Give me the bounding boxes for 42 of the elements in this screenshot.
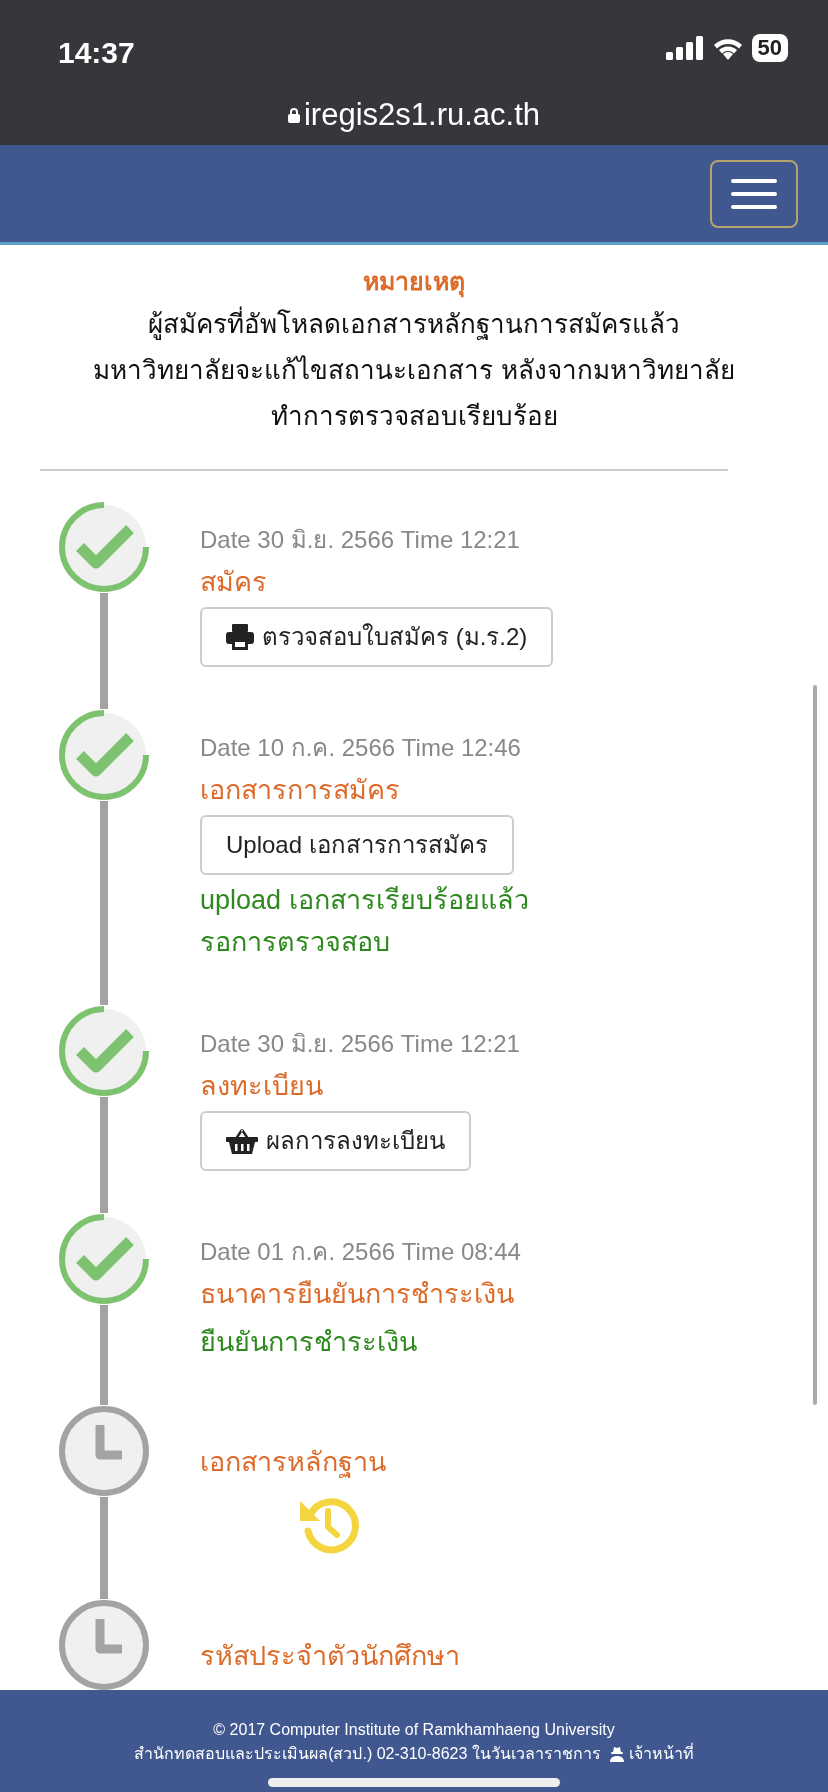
notice-text: ทำการตรวจสอบเรียบร้อย (269, 399, 559, 433)
lock-icon (287, 107, 300, 123)
contact-text: สำนักทดสอบและประเมินผล(สวป.) 02-310-8623 ในวันเวลาราชการ (134, 1743, 601, 1764)
check-circle-icon (58, 1212, 150, 1305)
status-time: 14:37 (58, 35, 135, 71)
step-button[interactable]: ตรวจสอบใบสมัคร (ม.ร.2) (200, 606, 554, 667)
notice-title: หมายเหตุ (0, 263, 828, 301)
clock-icon (58, 1598, 150, 1691)
scrollbar[interactable] (813, 685, 817, 1405)
step-date: Date 30 มิ.ย. 2566 Time 12:21 (200, 1028, 520, 1059)
wifi-icon (711, 36, 744, 60)
url-text[interactable]: iregis2s1.ru.ac.th (287, 91, 541, 139)
menu-icon (730, 177, 778, 211)
step-date: Date 30 มิ.ย. 2566 Time 12:21 (200, 524, 521, 555)
step-date: Date 01 ก.ค. 2566 Time 08:44 (200, 1236, 521, 1267)
step-status: ยืนยันการชำระเงิน (200, 1325, 418, 1359)
step-button[interactable]: Upload เอกสารการสมัคร (200, 814, 514, 875)
step-title: เอกสารหลักฐาน (200, 1445, 386, 1480)
step-date: Date 10 ก.ค. 2566 Time 12:46 (200, 732, 522, 763)
signal-icon (665, 36, 704, 60)
staff-link[interactable]: เจ้าหน้าที่ (608, 1742, 694, 1766)
step-status: รอการตรวจสอบ (200, 925, 391, 959)
step-button[interactable]: ผลการลงทะเบียน (200, 1110, 471, 1171)
check-circle-icon (58, 500, 150, 593)
check-circle-icon (58, 708, 150, 801)
user-secret-icon (608, 1746, 625, 1762)
notice-text: มหาวิทยาลัยจะแก้ไขสถานะเอกสาร หลังจากมหาวิทยาลัย (92, 353, 736, 387)
step-title: ลงทะเบียน (200, 1069, 324, 1103)
basket-icon (226, 1127, 258, 1154)
step-title: ธนาคารยืนยันการชำระเงิน (200, 1277, 515, 1311)
step-status: upload เอกสารเรียบร้อยแล้ว (200, 883, 529, 917)
battery-indicator: 50 (751, 34, 788, 62)
home-indicator[interactable] (268, 1778, 560, 1787)
copyright-text: © 2017 Computer Institute of Ramkhamhaeng University (212, 1720, 616, 1740)
step-title: รหัสประจำตัวนักศึกษา (200, 1639, 460, 1673)
step-title: เอกสารการสมัคร (200, 773, 401, 807)
step-title: สมัคร (200, 565, 268, 599)
printer-icon (226, 623, 254, 650)
menu-button[interactable] (710, 160, 798, 228)
check-circle-icon (58, 1004, 150, 1097)
notice-text: ผู้สมัครที่อัพโหลดเอกสารหลักฐานการสมัครแล้ว (147, 305, 681, 342)
clock-icon (58, 1404, 150, 1497)
